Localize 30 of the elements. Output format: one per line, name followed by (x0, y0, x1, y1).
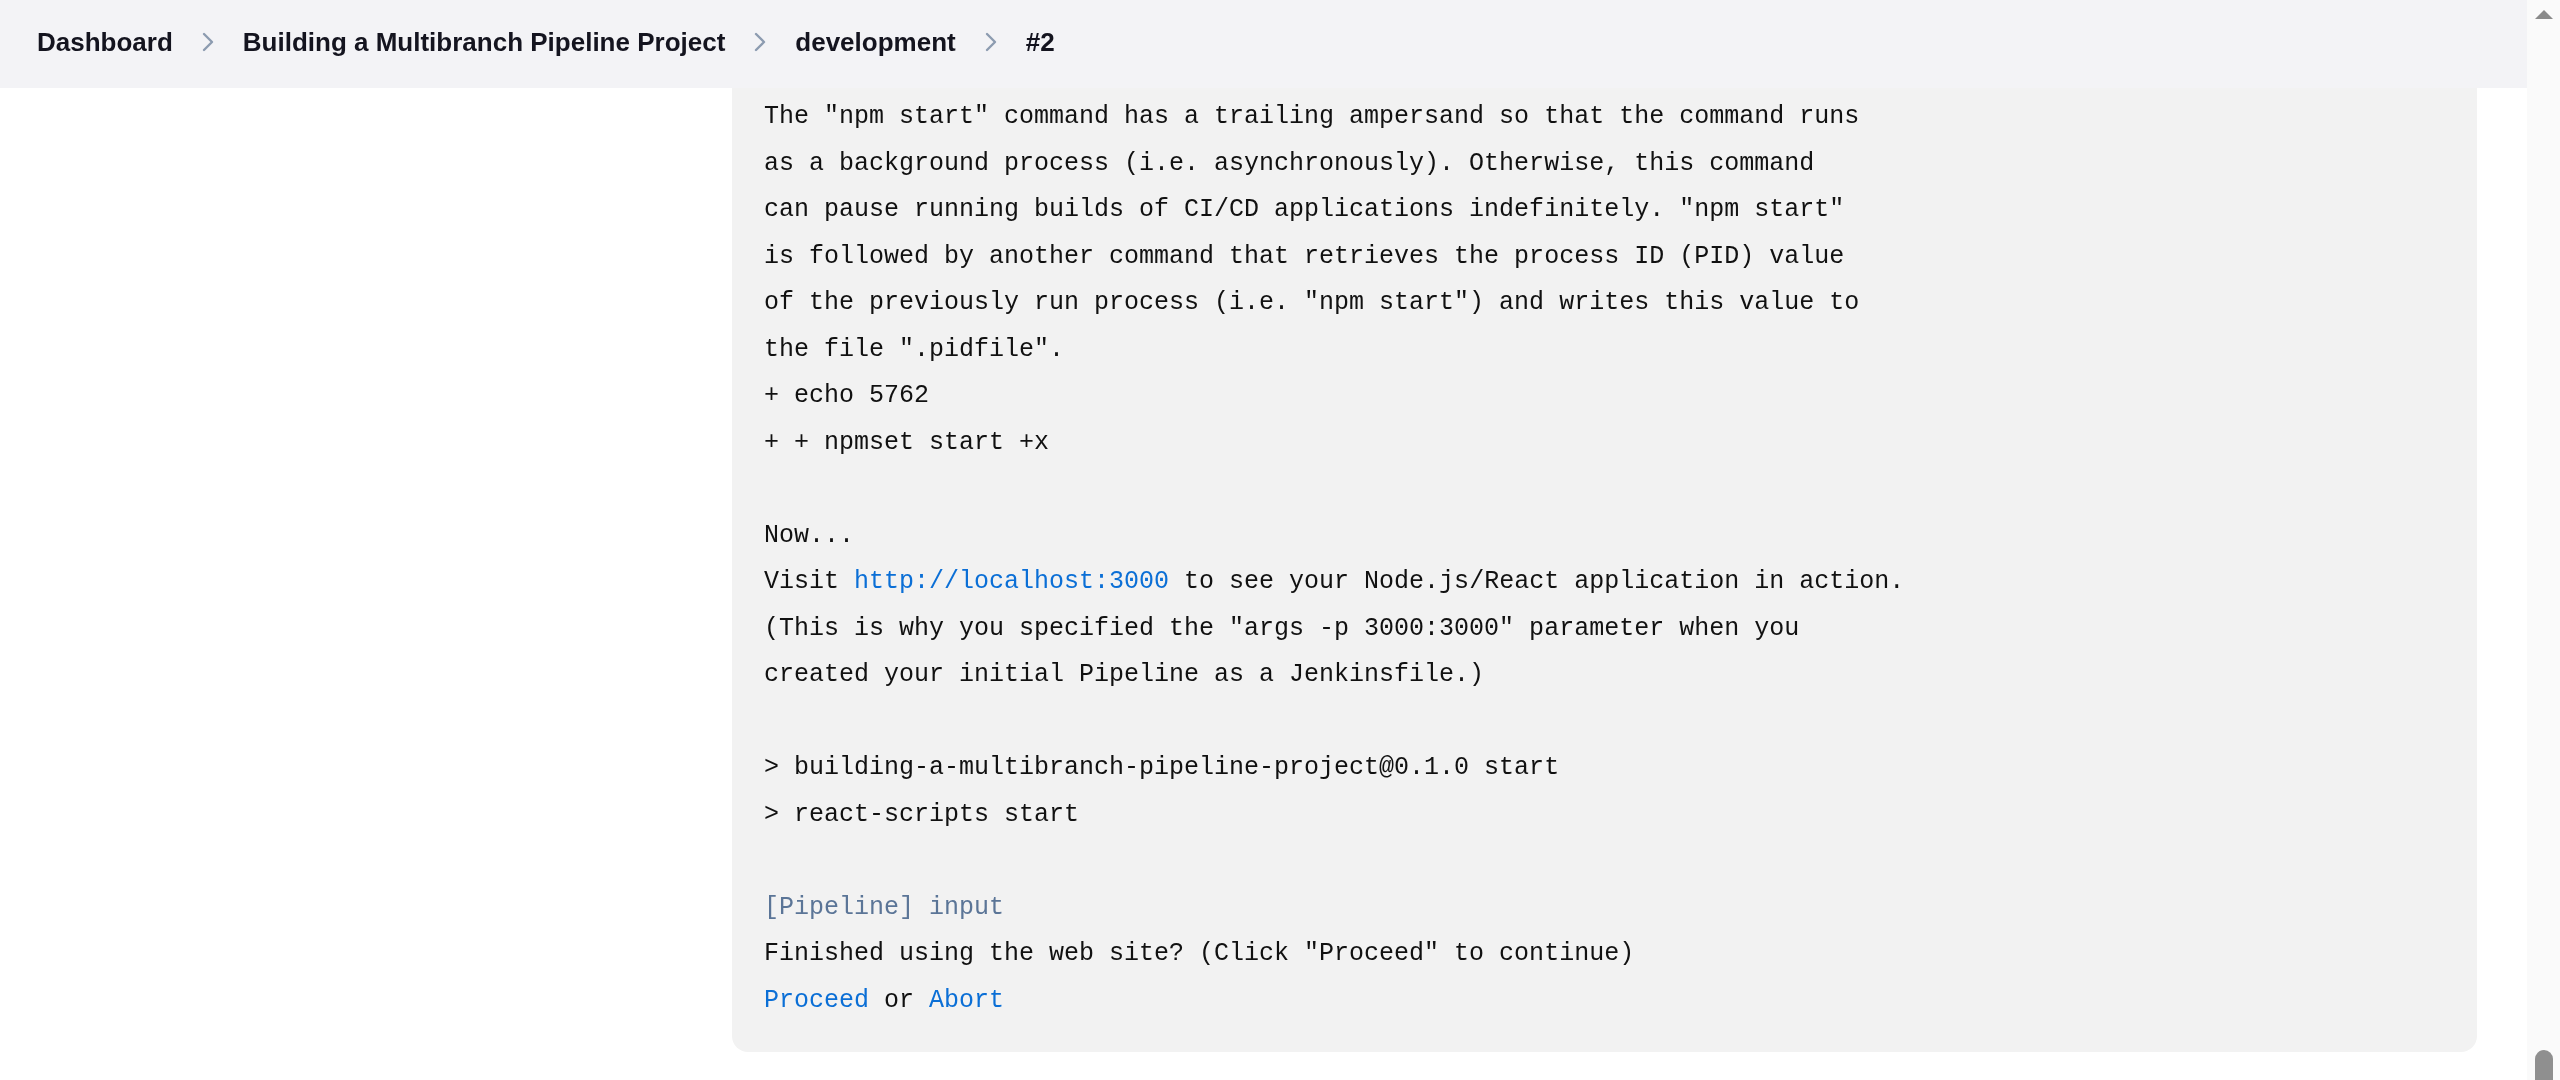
console-line: > building-a-multibranch-pipeline-project@0.1.0 start (764, 752, 1560, 784)
console-line: the file ".pidfile". (764, 333, 1065, 366)
breadcrumb-link[interactable]: #2 (1025, 26, 1055, 58)
console-line: Now... (764, 519, 854, 552)
chevron-right-icon (984, 32, 997, 52)
console-line: The "npm start" command has a trailing ampersand so that the command runs (764, 101, 1860, 133)
breadcrumb-link[interactable]: Building a Multibranch Pipeline Project (242, 26, 726, 58)
scrollbar-thumb[interactable] (2534, 1050, 2553, 1080)
console-line: + echo 5762 (764, 380, 930, 412)
pipeline-step-line: [Pipeline] input (764, 891, 1005, 924)
breadcrumb-link[interactable]: Dashboard (37, 26, 173, 58)
console-line: is followed by another command that retrieves the process ID (PID) value (764, 240, 1845, 273)
console-link[interactable]: Abort (929, 985, 1005, 1015)
breadcrumb-link[interactable]: development (795, 26, 956, 58)
up-arrow-icon[interactable] (2534, 9, 2553, 19)
chevron-right-icon (201, 32, 214, 52)
console-link[interactable]: http://localhost:3000 (854, 567, 1170, 596)
console-line: > react-scripts start (764, 798, 1080, 831)
chevron-right-icon (754, 32, 767, 52)
console-line: created your initial Pipeline as a Jenkinsfile.) (764, 659, 1485, 691)
scrollbar-track[interactable] (2527, 0, 2560, 1080)
console-link[interactable]: Proceed (764, 985, 870, 1015)
console-line: Proceed or Abort (764, 984, 1005, 1017)
console-line: (This is why you specified the "args -p 3000:3000" parameter when you (764, 612, 1800, 645)
console-line: Finished using the web site? (Click "Proceed" to continue) (764, 938, 1635, 970)
console-line: as a background process (i.e. asynchronously). Otherwise, this command (764, 147, 1815, 180)
console-line: can pause running builds of CI/CD applications indefinitely. "npm start" (764, 194, 1845, 226)
console-line: Visit http://localhost:3000 to see your Node.js/React application in action. (764, 566, 1905, 598)
console-line: + + npmset start +x (764, 426, 1050, 459)
console-line: of the previously run process (i.e. "npm start") and writes this value to (764, 287, 1860, 319)
